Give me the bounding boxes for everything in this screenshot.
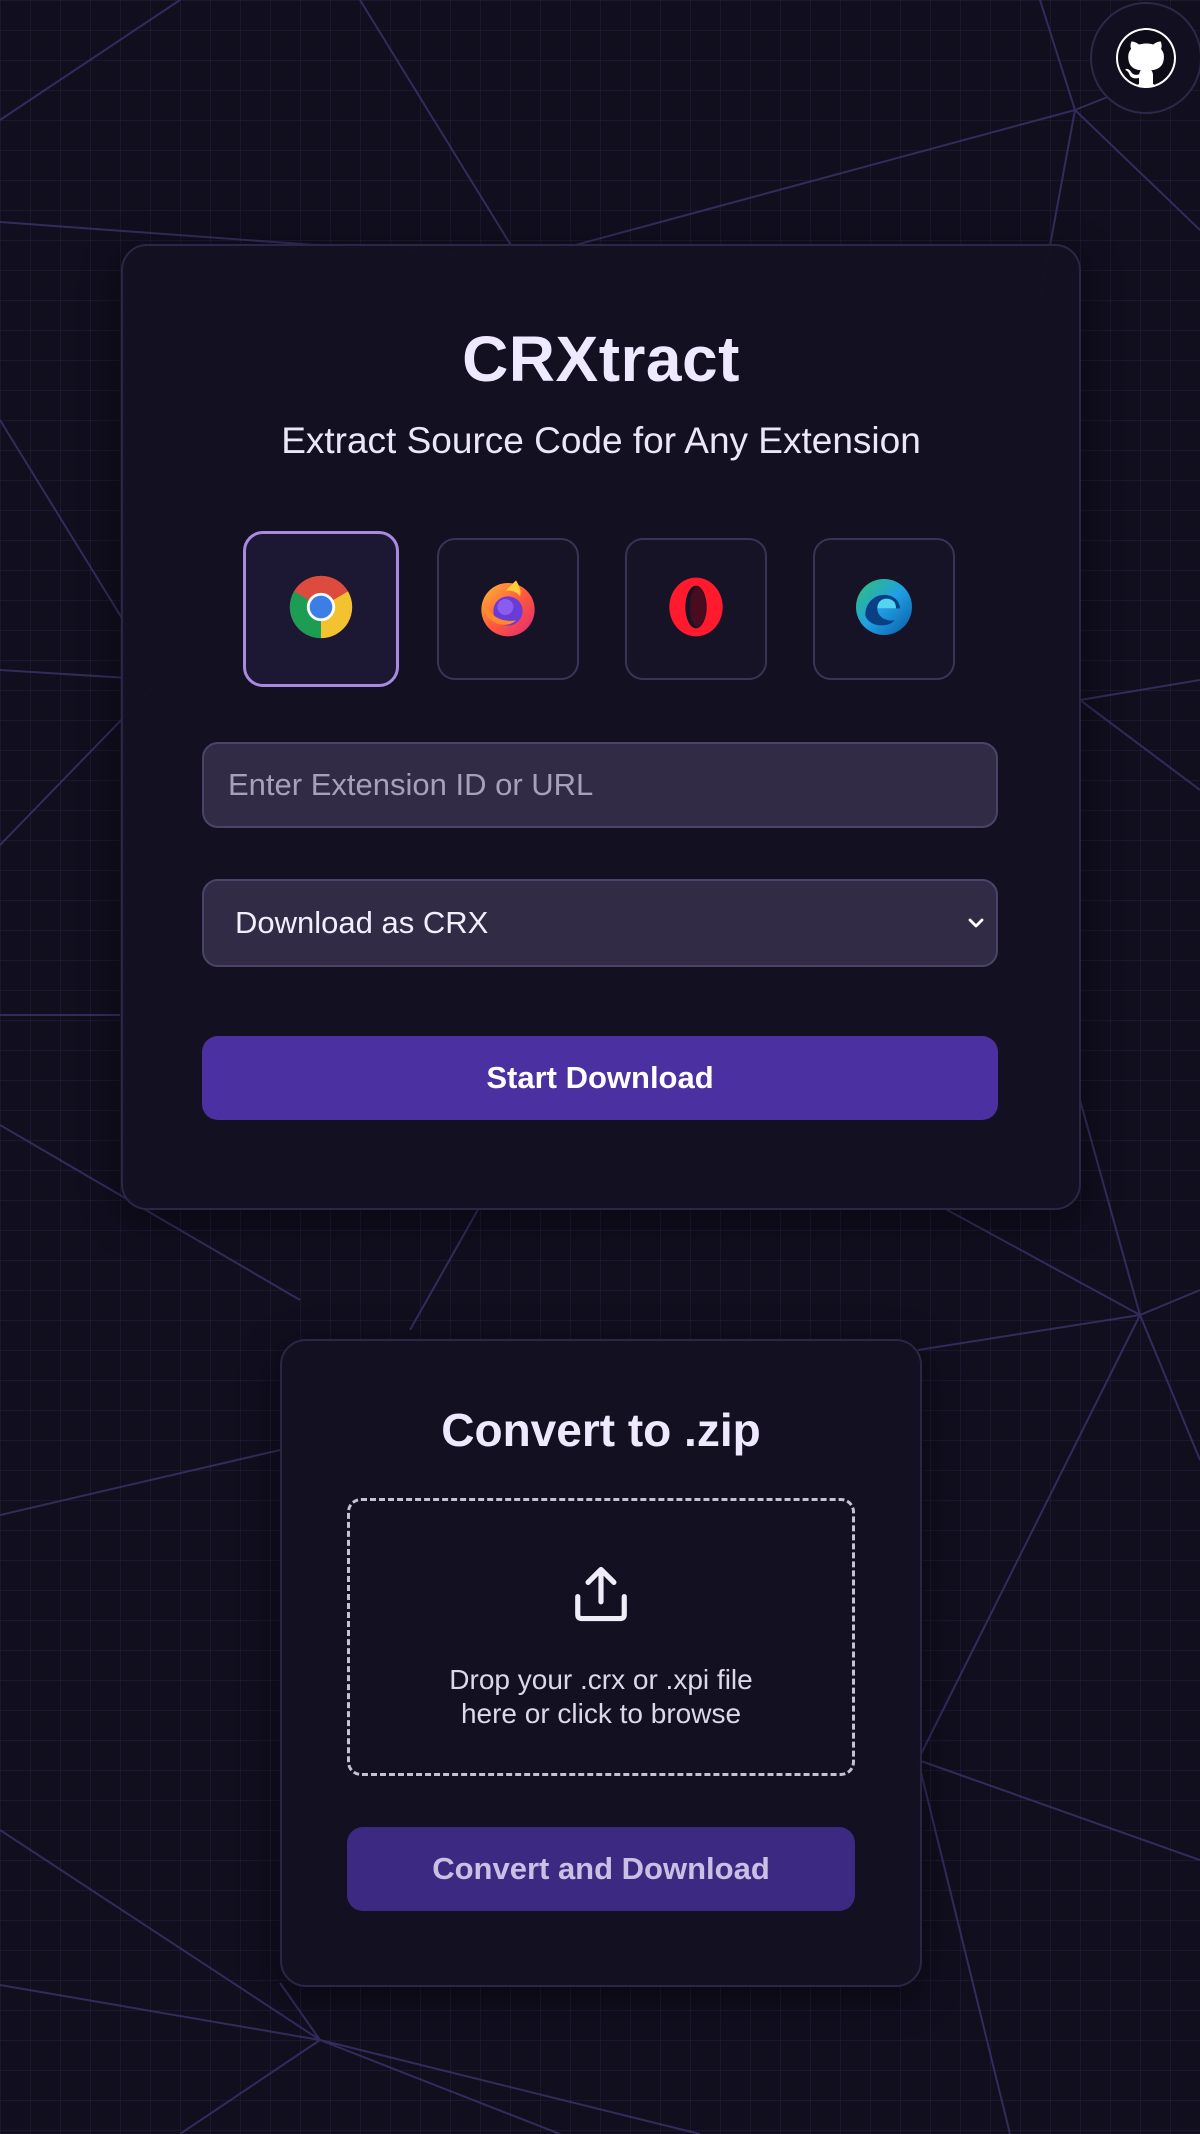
browser-option-edge[interactable] [813,538,955,680]
dropzone-text-line1: Drop your .crx or .xpi file [449,1664,753,1695]
browser-option-chrome[interactable] [243,531,399,687]
dropzone-text-line2: here or click to browse [460,1698,742,1729]
opera-icon [664,575,728,644]
github-icon [1116,28,1176,88]
convert-card: Convert to .zip Drop your .crx or .xpi f… [280,1339,922,1987]
convert-title: Convert to .zip [441,1404,761,1456]
browser-option-opera[interactable] [625,538,767,680]
extract-card: CRXtract Extract Source Code for Any Ext… [121,244,1081,1210]
convert-and-download-button[interactable]: Convert and Download [347,1827,855,1911]
chrome-icon [287,573,355,646]
download-format-value: Download as CRX [235,905,489,940]
edge-icon [852,575,916,644]
file-dropzone[interactable]: Drop your .crx or .xpi file here or clic… [347,1498,855,1776]
github-link-button[interactable] [1090,2,1200,114]
chevron-down-icon [964,911,988,940]
download-format-select[interactable]: Download as CRX [202,879,998,967]
start-download-button[interactable]: Start Download [202,1036,998,1120]
dropzone-text: Drop your .crx or .xpi file here or clic… [350,1663,852,1731]
upload-icon [570,1563,632,1630]
extension-id-input[interactable] [202,742,998,828]
app-subtitle: Extract Source Code for Any Extension [281,420,921,461]
firefox-icon [476,575,540,644]
browser-option-firefox[interactable] [437,538,579,680]
app-title: CRXtract [462,323,740,395]
